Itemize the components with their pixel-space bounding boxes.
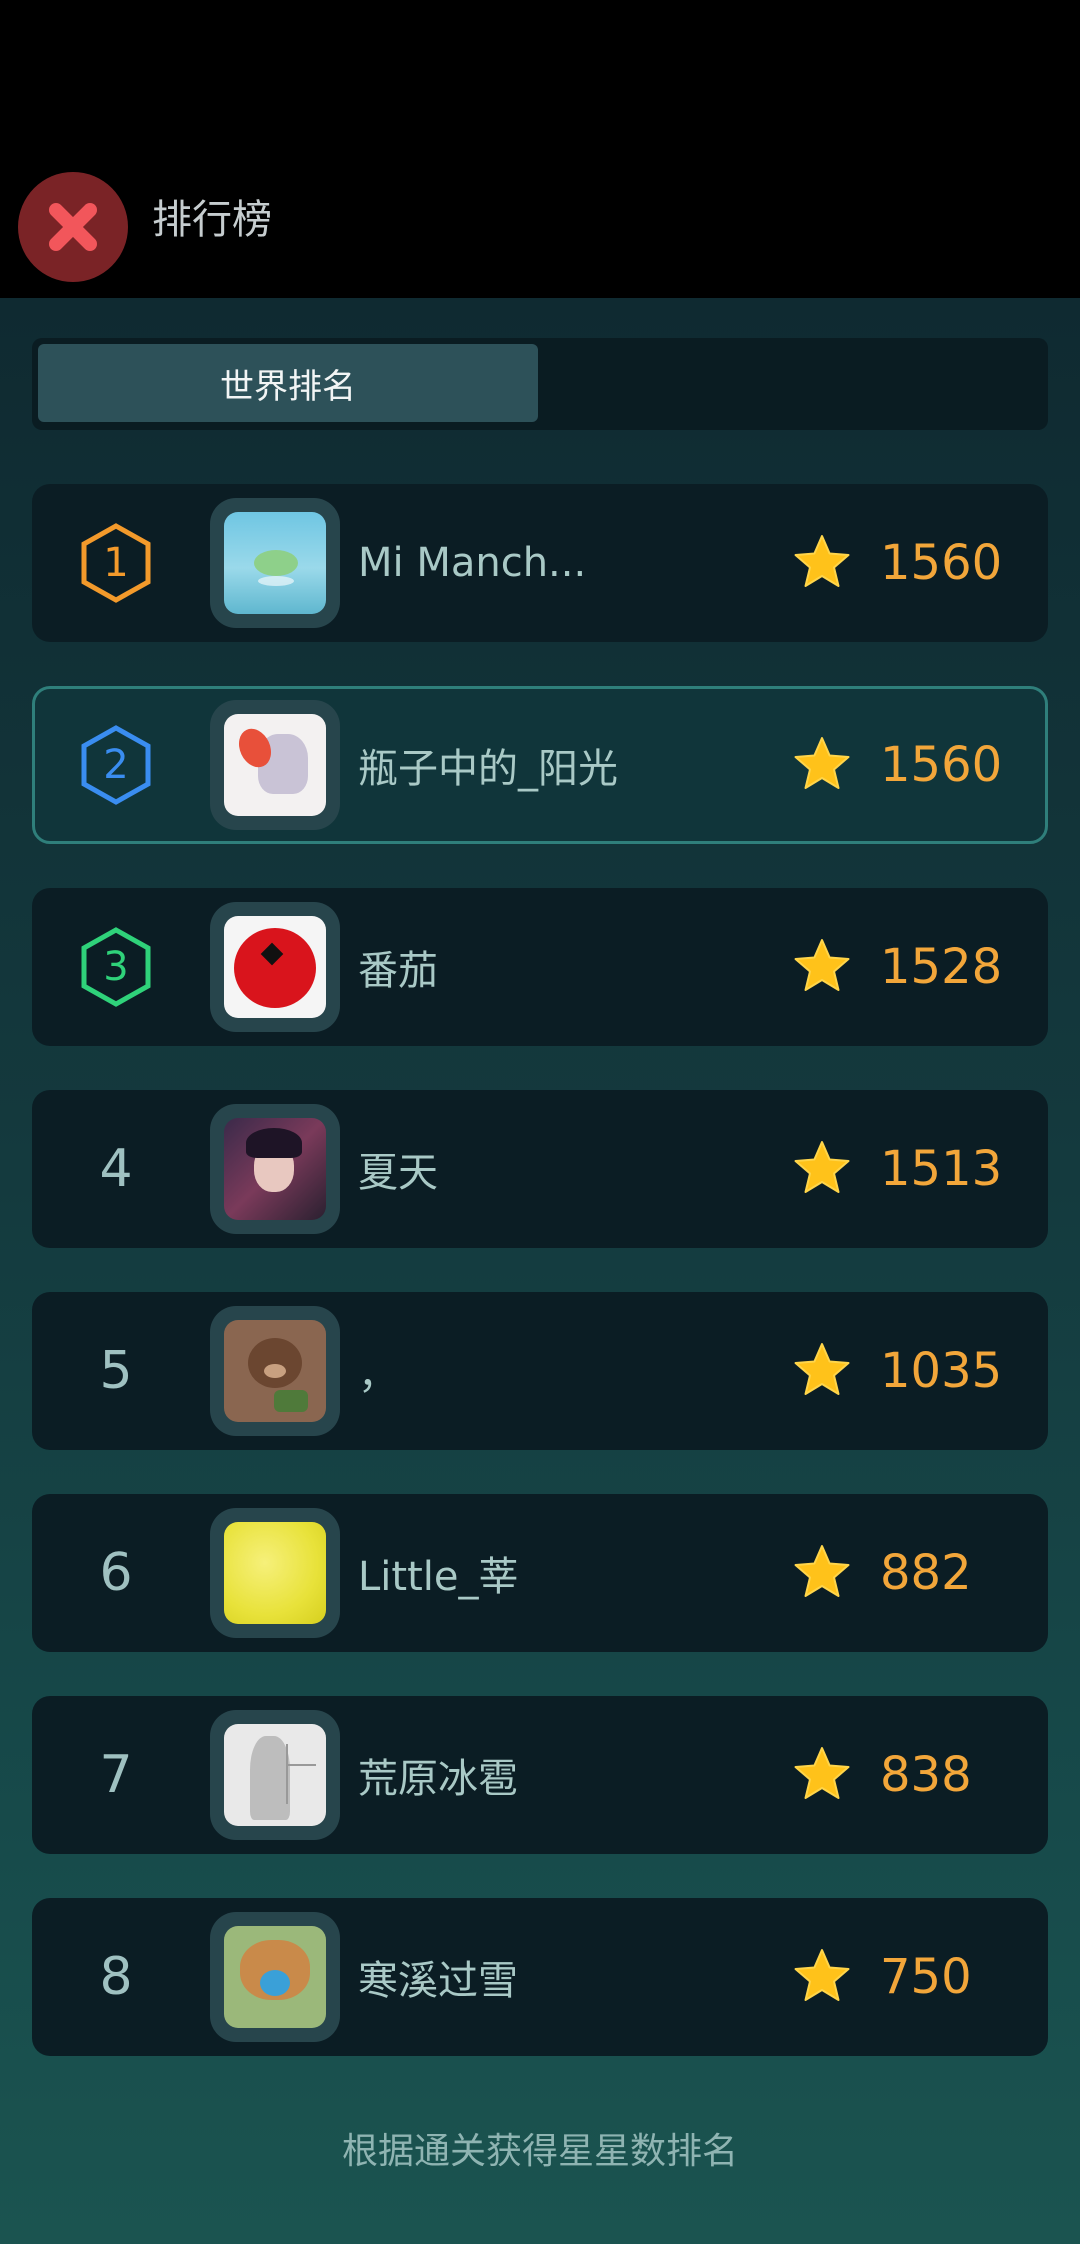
rank-number: 7 bbox=[99, 1745, 133, 1805]
avatar[interactable] bbox=[210, 498, 340, 628]
star-score: 882 bbox=[880, 1545, 972, 1601]
rank-badge: 1 bbox=[76, 520, 156, 606]
avatar-image bbox=[224, 1724, 326, 1826]
star-icon bbox=[794, 1343, 850, 1395]
leaderboard-row-7[interactable]: 7 荒原冰雹 838 bbox=[32, 1696, 1048, 1854]
rank-number: 3 bbox=[103, 944, 129, 990]
avatar[interactable] bbox=[210, 1306, 340, 1436]
rank-badge: 3 bbox=[76, 924, 156, 1010]
player-name: 番茄 bbox=[358, 948, 438, 994]
close-button[interactable] bbox=[18, 172, 128, 282]
star-icon bbox=[794, 1747, 850, 1799]
avatar[interactable] bbox=[210, 700, 340, 830]
tab-bar: 世界排名 bbox=[32, 338, 1048, 430]
rank-number: 4 bbox=[99, 1139, 133, 1199]
avatar-image bbox=[224, 714, 326, 816]
leaderboard-row-3[interactable]: 3 番茄 1528 bbox=[32, 888, 1048, 1046]
star-score: 838 bbox=[880, 1747, 972, 1803]
avatar[interactable] bbox=[210, 1104, 340, 1234]
player-name: Little_莘 bbox=[358, 1554, 519, 1600]
avatar[interactable] bbox=[210, 1508, 340, 1638]
close-icon bbox=[49, 203, 97, 251]
star-icon bbox=[794, 535, 850, 587]
app-header: 排行榜 bbox=[0, 0, 1080, 298]
star-icon bbox=[794, 737, 850, 789]
avatar[interactable] bbox=[210, 902, 340, 1032]
leaderboard-row-1[interactable]: 1 Mi Manch... 1560 bbox=[32, 484, 1048, 642]
leaderboard-panel: 世界排名 1 Mi Manch... 1560 2 瓶子中的_阳光 1560 3… bbox=[0, 298, 1080, 2244]
player-name: ， bbox=[358, 1352, 398, 1398]
player-name: 荒原冰雹 bbox=[358, 1756, 518, 1802]
star-score: 750 bbox=[880, 1949, 972, 2005]
avatar[interactable] bbox=[210, 1912, 340, 2042]
star-score: 1560 bbox=[880, 737, 1003, 793]
avatar-image bbox=[224, 1118, 326, 1220]
player-name: 夏天 bbox=[358, 1150, 438, 1196]
player-name: Mi Manch... bbox=[358, 540, 587, 586]
rank-number: 2 bbox=[103, 742, 129, 788]
player-name: 瓶子中的_阳光 bbox=[358, 746, 618, 792]
rank-badge: 2 bbox=[76, 722, 156, 808]
star-score: 1035 bbox=[880, 1343, 1003, 1399]
tab-world-ranking[interactable]: 世界排名 bbox=[38, 344, 538, 422]
avatar-image bbox=[224, 1320, 326, 1422]
leaderboard-row-5[interactable]: 5 ， 1035 bbox=[32, 1292, 1048, 1450]
star-icon bbox=[794, 1949, 850, 2001]
avatar-image bbox=[224, 916, 326, 1018]
rank-number: 8 bbox=[99, 1947, 133, 2007]
leaderboard-row-4[interactable]: 4 夏天 1513 bbox=[32, 1090, 1048, 1248]
rank-number: 6 bbox=[99, 1543, 133, 1603]
avatar-image bbox=[224, 1522, 326, 1624]
avatar[interactable] bbox=[210, 1710, 340, 1840]
leaderboard-row-6[interactable]: 6 Little_莘 882 bbox=[32, 1494, 1048, 1652]
avatar-image bbox=[224, 1926, 326, 2028]
rank-number: 5 bbox=[99, 1341, 133, 1401]
avatar-image bbox=[224, 512, 326, 614]
ranking-note: 根据通关获得星星数排名 bbox=[341, 2131, 738, 2172]
star-icon bbox=[794, 1545, 850, 1597]
star-score: 1513 bbox=[880, 1141, 1003, 1197]
leaderboard-row-2[interactable]: 2 瓶子中的_阳光 1560 bbox=[32, 686, 1048, 844]
star-score: 1560 bbox=[880, 535, 1003, 591]
star-score: 1528 bbox=[880, 939, 1003, 995]
leaderboard-row-8[interactable]: 8 寒溪过雪 750 bbox=[32, 1898, 1048, 2056]
player-name: 寒溪过雪 bbox=[358, 1958, 518, 2004]
star-icon bbox=[794, 1141, 850, 1193]
page-title: 排行榜 bbox=[152, 197, 272, 243]
star-icon bbox=[794, 939, 850, 991]
rank-number: 1 bbox=[103, 540, 129, 586]
